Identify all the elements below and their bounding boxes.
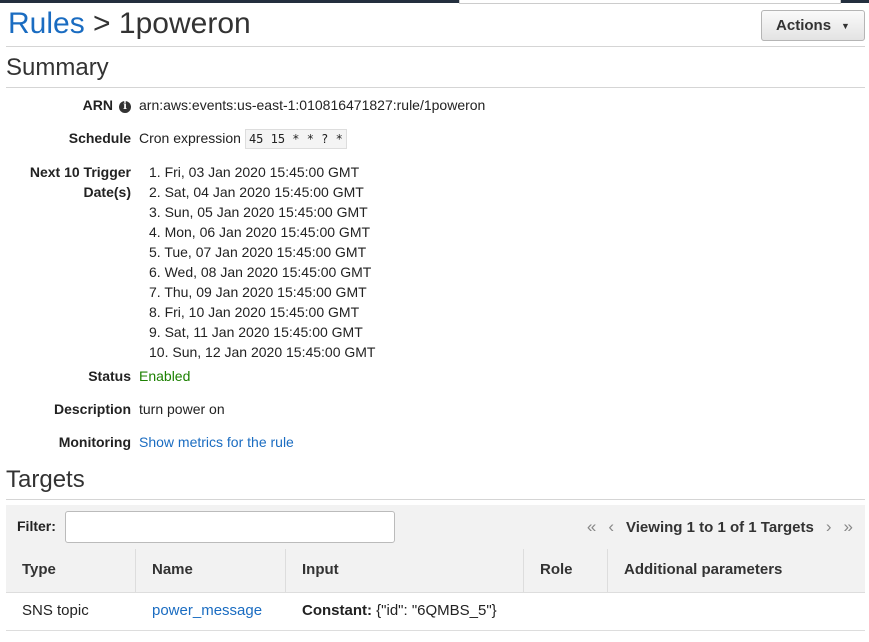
cell-input: Constant: {"id": "6QMBS_5"} <box>286 593 524 630</box>
filter-label: Filter: <box>17 518 56 534</box>
trigger-date-item: 10. Sun, 12 Jan 2020 15:45:00 GMT <box>149 344 376 360</box>
chevron-right-icon[interactable]: › <box>826 517 832 537</box>
breadcrumb-separator: > <box>93 7 111 40</box>
cell-role <box>524 593 608 630</box>
trigger-date-item: 5. Tue, 07 Jan 2020 15:45:00 GMT <box>149 244 367 260</box>
status-label: Status <box>88 368 131 384</box>
trigger-date-item: 3. Sun, 05 Jan 2020 15:45:00 GMT <box>149 204 368 220</box>
column-header-input[interactable]: Input <box>286 549 524 592</box>
column-header-name[interactable]: Name <box>136 549 286 592</box>
targets-table: Type Name Input Role Additional paramete… <box>6 549 865 631</box>
column-header-type[interactable]: Type <box>6 549 136 592</box>
divider <box>6 46 865 47</box>
schedule-value: Cron expression 45 15 * * ? * <box>139 128 347 149</box>
trigger-date-item: 2. Sat, 04 Jan 2020 15:45:00 GMT <box>149 184 364 200</box>
trigger-date-item: 9. Sat, 11 Jan 2020 15:45:00 GMT <box>149 324 363 340</box>
schedule-label: Schedule <box>68 130 131 146</box>
table-row[interactable]: SNS topic power_message Constant: {"id":… <box>6 593 865 631</box>
actions-button-label: Actions <box>776 17 832 34</box>
trigger-dates-list: 1. Fri, 03 Jan 2020 15:45:00 GMT 2. Sat,… <box>149 162 376 362</box>
next-trigger-label-line1: Next 10 Trigger <box>29 164 131 180</box>
divider <box>6 87 865 88</box>
input-type-label: Constant: <box>302 602 372 619</box>
cell-additional-parameters <box>608 593 865 630</box>
caret-down-icon: ▼ <box>841 20 850 31</box>
cell-type: SNS topic <box>22 602 89 619</box>
trigger-date-item: 6. Wed, 08 Jan 2020 15:45:00 GMT <box>149 264 372 280</box>
breadcrumb-rules-link[interactable]: Rules <box>8 7 85 40</box>
table-header-row: Type Name Input Role Additional paramete… <box>6 549 865 593</box>
summary-heading: Summary <box>6 54 109 81</box>
page-header: Rules > 1poweron Actions ▼ <box>8 6 865 46</box>
column-header-additional-parameters[interactable]: Additional parameters <box>608 549 865 592</box>
trigger-date-item: 7. Thu, 09 Jan 2020 15:45:00 GMT <box>149 284 367 300</box>
targets-heading: Targets <box>6 466 85 493</box>
pagination-status: Viewing 1 to 1 of 1 Targets <box>626 518 814 536</box>
trigger-date-item: 4. Mon, 06 Jan 2020 15:45:00 GMT <box>149 224 371 240</box>
breadcrumb-current: 1poweron <box>118 7 251 40</box>
target-name-link[interactable]: power_message <box>136 593 286 630</box>
arn-label: ARN i <box>83 95 131 115</box>
status-value: Enabled <box>139 368 191 384</box>
info-icon[interactable]: i <box>119 101 131 113</box>
input-value: {"id": "6QMBS_5"} <box>372 602 497 619</box>
description-label: Description <box>53 401 131 417</box>
next-trigger-label-line2: Date(s) <box>83 184 131 200</box>
page-title: Rules > 1poweron <box>8 6 251 42</box>
actions-button[interactable]: Actions ▼ <box>761 10 865 41</box>
show-metrics-link[interactable]: Show metrics for the rule <box>139 432 294 452</box>
double-chevron-right-icon[interactable]: » <box>844 517 853 537</box>
filter-input[interactable] <box>65 511 395 543</box>
divider <box>6 499 865 500</box>
pagination: « ‹ Viewing 1 to 1 of 1 Targets › » <box>587 517 853 537</box>
description-value: turn power on <box>139 401 225 417</box>
trigger-date-item: 8. Fri, 10 Jan 2020 15:45:00 GMT <box>149 304 360 320</box>
trigger-date-item: 1. Fri, 03 Jan 2020 15:45:00 GMT <box>149 164 360 180</box>
cron-expression: 45 15 * * ? * <box>244 129 347 149</box>
overlay-popup-edge <box>459 0 841 4</box>
next-trigger-dates-label: Next 10 Trigger Date(s) <box>30 162 131 202</box>
schedule-type: Cron expression <box>139 130 241 146</box>
column-header-role[interactable]: Role <box>524 549 608 592</box>
targets-filter-bar: Filter: « ‹ Viewing 1 to 1 of 1 Targets … <box>6 505 865 550</box>
arn-label-text: ARN <box>82 97 113 113</box>
monitoring-label: Monitoring <box>58 434 131 450</box>
arn-value: arn:aws:events:us-east-1:010816471827:ru… <box>139 97 486 113</box>
chevron-left-icon[interactable]: ‹ <box>608 517 614 537</box>
double-chevron-left-icon[interactable]: « <box>587 517 596 537</box>
